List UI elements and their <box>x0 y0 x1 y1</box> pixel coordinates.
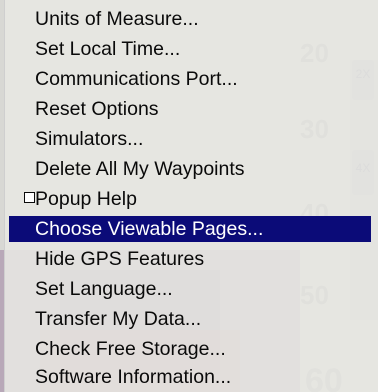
menu-item-label: Popup Help <box>35 187 137 210</box>
menu-item-label: Choose Viewable Pages... <box>35 217 264 240</box>
menu-item-label: Set Local Time... <box>35 37 181 60</box>
menu-item-transfer-my-data[interactable]: Transfer My Data... <box>9 306 371 332</box>
menu-item-label: Delete All My Waypoints <box>35 157 245 180</box>
menu-item-simulators[interactable]: Simulators... <box>9 126 371 152</box>
menu-item-communications-port[interactable]: Communications Port... <box>9 66 371 92</box>
menu-item-reset-options[interactable]: Reset Options <box>9 96 371 122</box>
menu-item-label: Hide GPS Features <box>35 247 205 270</box>
menu-item-label: Check Free Storage... <box>35 337 226 360</box>
menu-item-set-local-time[interactable]: Set Local Time... <box>9 36 371 62</box>
menu-item-popup-help[interactable]: Popup Help <box>9 186 371 212</box>
settings-menu: Units of Measure... Set Local Time... Co… <box>4 0 378 392</box>
menu-item-units-of-measure[interactable]: Units of Measure... <box>9 6 371 32</box>
menu-item-label: Transfer My Data... <box>35 307 202 330</box>
menu-item-delete-all-waypoints[interactable]: Delete All My Waypoints <box>9 156 371 182</box>
menu-item-label: Simulators... <box>35 127 144 150</box>
menu-item-label: Communications Port... <box>35 67 238 90</box>
menu-item-choose-viewable-pages[interactable]: Choose Viewable Pages... <box>9 216 371 242</box>
menu-item-label: Set Language... <box>35 277 173 300</box>
menu-item-check-free-storage[interactable]: Check Free Storage... <box>9 336 371 362</box>
menu-item-label: Units of Measure... <box>35 7 199 30</box>
menu-item-label: Software Information... <box>35 365 232 388</box>
menu-item-label: Reset Options <box>35 97 159 120</box>
popup-help-checkbox[interactable] <box>24 192 35 203</box>
menu-item-set-language[interactable]: Set Language... <box>9 276 371 302</box>
menu-item-software-information[interactable]: Software Information... <box>9 364 371 390</box>
menu-item-hide-gps-features[interactable]: Hide GPS Features <box>9 246 371 272</box>
